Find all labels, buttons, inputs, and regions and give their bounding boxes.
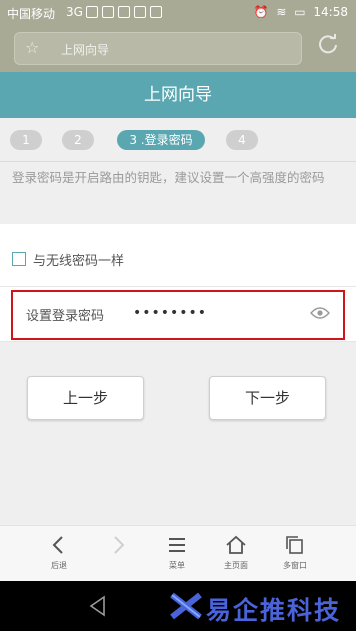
star-icon[interactable]: ☆ bbox=[25, 38, 39, 57]
toolbar-windows-button[interactable]: 多窗口 bbox=[270, 534, 320, 578]
watermark-text: 易企推科技 bbox=[206, 596, 342, 625]
notification-icon bbox=[118, 6, 130, 18]
browser-toolbar: 后退 菜单 主页面 多窗口 bbox=[0, 525, 356, 581]
same-as-wireless-label[interactable]: 与无线密码一样 bbox=[33, 250, 124, 269]
toolbar-menu-label: 菜单 bbox=[169, 561, 185, 570]
network-type: 3G bbox=[66, 5, 83, 19]
same-as-wireless-row: 与无线密码一样 bbox=[0, 224, 356, 286]
notification-icon bbox=[150, 6, 162, 18]
menu-icon bbox=[169, 538, 185, 552]
login-password-label: 设置登录密码 bbox=[26, 309, 105, 324]
battery-icon: ▭ bbox=[294, 5, 306, 19]
eye-icon[interactable] bbox=[310, 306, 330, 320]
watermark: 易企推科技 bbox=[166, 587, 356, 627]
browser-address-bar: ☆ 上网向导 bbox=[0, 26, 356, 72]
notification-icon bbox=[86, 6, 98, 18]
notification-icons bbox=[86, 6, 176, 20]
toolbar-forward-button[interactable] bbox=[93, 534, 143, 578]
login-password-row: 设置登录密码 bbox=[0, 286, 356, 342]
prev-step-button[interactable]: 上一步 bbox=[27, 376, 144, 420]
wifi-icon: ≋ bbox=[276, 5, 287, 19]
url-field[interactable]: ☆ 上网向导 bbox=[14, 32, 302, 65]
toolbar-home-label: 主页面 bbox=[224, 561, 248, 570]
status-bar: 中国移动 3G ⏰ ≋ ▭ 14:58 bbox=[0, 0, 356, 26]
back-icon bbox=[52, 536, 63, 554]
watermark-logo bbox=[170, 592, 202, 620]
step-1: 1 bbox=[10, 130, 42, 150]
notification-icon bbox=[134, 6, 146, 18]
system-nav-bar: 易企推科技 bbox=[0, 581, 356, 631]
notification-icon bbox=[102, 6, 114, 18]
refresh-icon[interactable] bbox=[317, 33, 339, 55]
clock: 14:58 bbox=[313, 5, 348, 19]
same-as-wireless-checkbox[interactable] bbox=[12, 252, 26, 266]
login-password-input[interactable] bbox=[133, 301, 293, 325]
forward-icon bbox=[114, 536, 125, 554]
home-icon bbox=[226, 535, 246, 554]
step-2: 2 bbox=[62, 130, 94, 150]
status-right: ⏰ ≋ ▭ 14:58 bbox=[250, 5, 348, 19]
url-text: 上网向导 bbox=[61, 43, 110, 57]
step-3-active: 3 .登录密码 bbox=[117, 130, 205, 150]
toolbar-back-label: 后退 bbox=[51, 561, 67, 570]
toolbar-back-button[interactable]: 后退 bbox=[34, 534, 84, 578]
button-area: 上一步 下一步 bbox=[0, 342, 356, 525]
next-step-button[interactable]: 下一步 bbox=[209, 376, 326, 420]
alarm-icon: ⏰ bbox=[253, 5, 269, 19]
step-description: 登录密码是开启路由的钥匙，建议设置一个高强度的密码 bbox=[0, 162, 356, 224]
windows-icon bbox=[286, 536, 303, 554]
carrier-name: 中国移动 bbox=[7, 7, 56, 21]
step-4: 4 bbox=[226, 130, 258, 150]
nav-back-icon[interactable] bbox=[88, 595, 108, 617]
page-title: 上网向导 bbox=[0, 72, 356, 118]
toolbar-menu-button[interactable]: 菜单 bbox=[152, 534, 202, 578]
toolbar-windows-label: 多窗口 bbox=[283, 561, 307, 570]
step-indicator: 1 2 3 .登录密码 4 bbox=[0, 118, 356, 162]
toolbar-home-button[interactable]: 主页面 bbox=[211, 534, 261, 578]
